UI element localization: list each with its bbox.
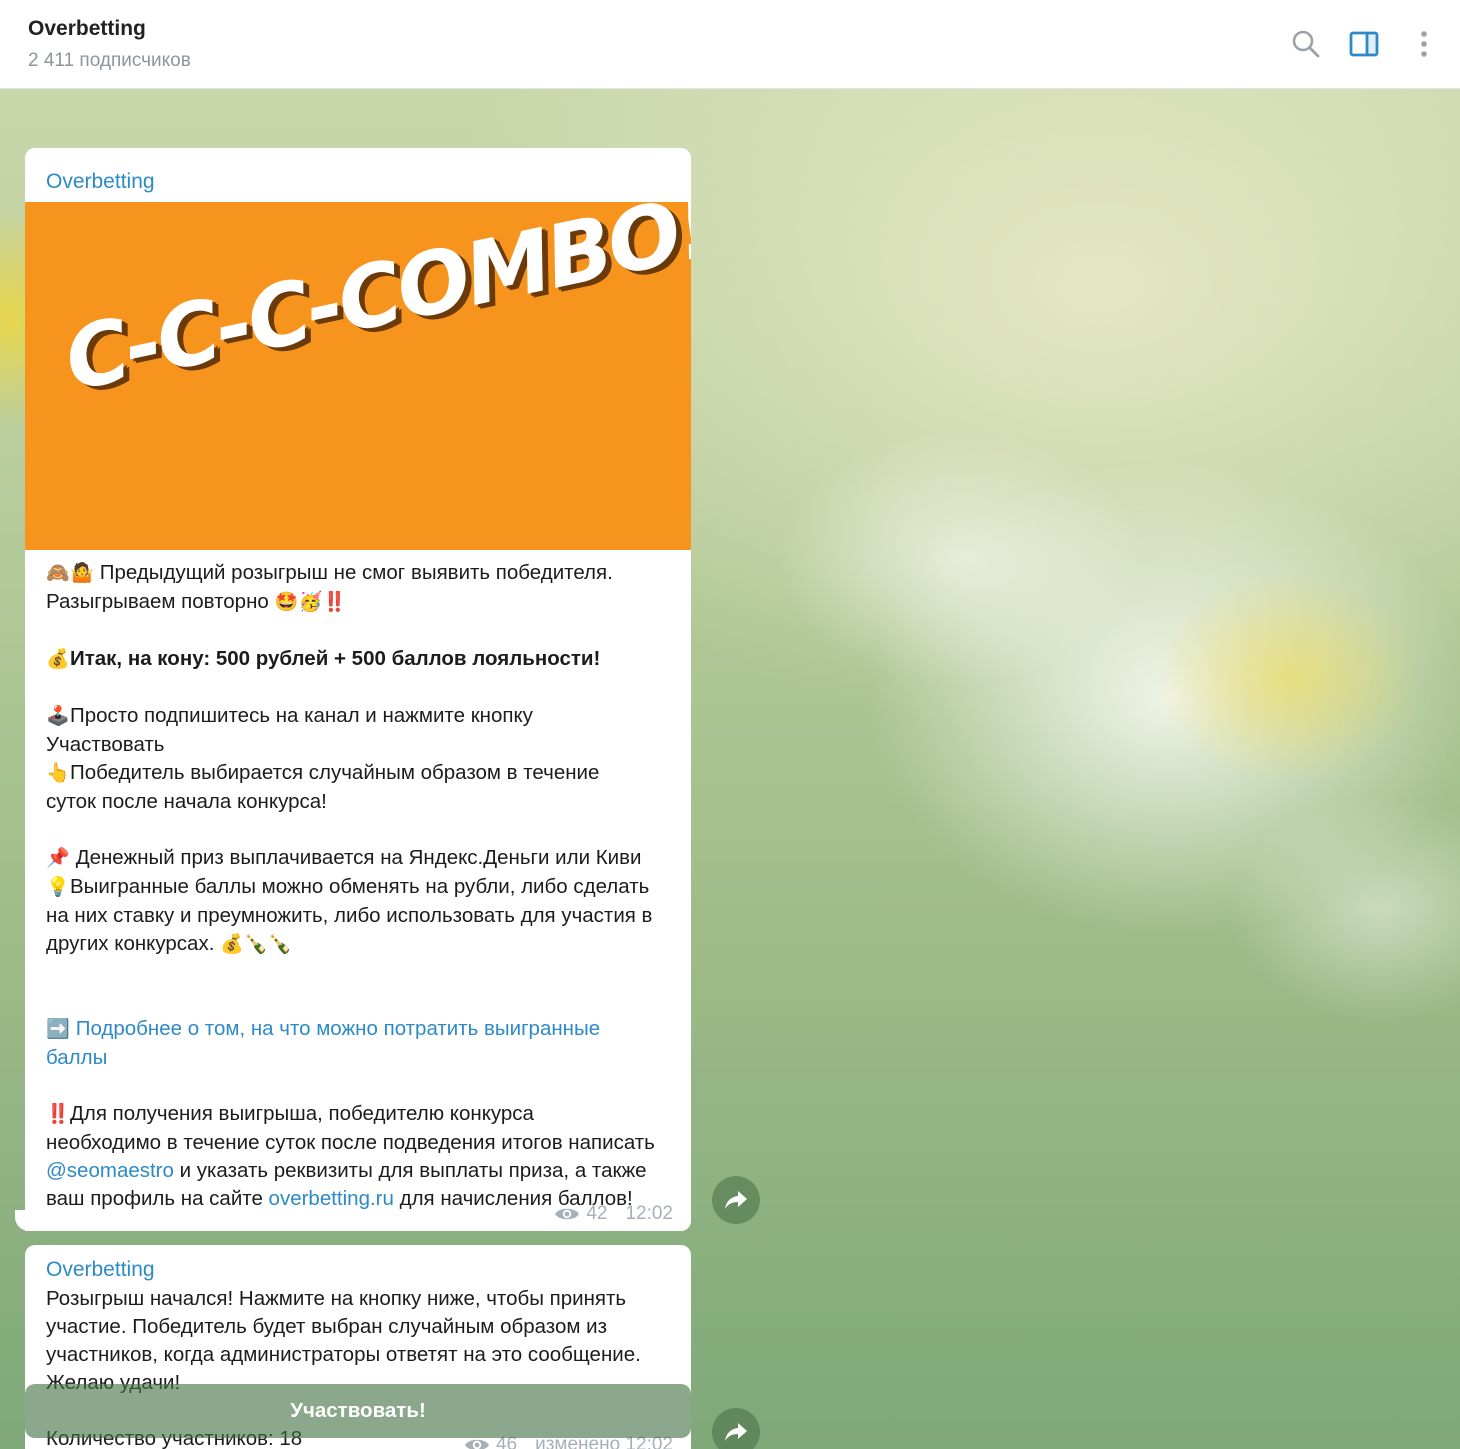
sidebar-toggle-icon[interactable] [1348, 28, 1380, 60]
post-sender[interactable]: Overbetting [46, 1258, 155, 1282]
champagne-emoji-icon: 🍾 [268, 934, 292, 955]
person-shrug-emoji-icon: 🤷 [70, 563, 94, 584]
prize-line: Итак, на кону: 500 рублей + 500 баллов л… [70, 647, 601, 670]
combo-banner-text: C-C-C-COMBO! [56, 202, 691, 411]
post-line: Участвовать [46, 733, 165, 756]
monkey-emoji-icon: 🙈 [46, 563, 70, 584]
post-line: ваш профиль на сайте [46, 1187, 269, 1210]
post-line: Просто подпишитесь на канал и нажмите кн… [70, 704, 533, 727]
post-line: Разыгрываем повторно [46, 590, 269, 613]
share-arrow-icon [725, 1423, 747, 1441]
double-exclamation-icon: ‼️ [322, 592, 347, 613]
post-image[interactable]: C-C-C-COMBO! [25, 202, 691, 550]
joystick-emoji-icon: 🕹️ [46, 706, 70, 727]
pushpin-emoji-icon: 📌 [46, 848, 70, 869]
site-link[interactable]: overbetting.ru [269, 1187, 394, 1210]
share-button[interactable] [712, 1176, 760, 1224]
view-count: 42 [586, 1203, 608, 1224]
eye-icon [554, 1205, 580, 1223]
post-sender[interactable]: Overbetting [46, 170, 155, 194]
party-emoji-icon: 🥳 [298, 592, 323, 613]
channel-post: Overbetting C-C-C-COMBO! 🙈🤷 Предыдущий р… [25, 148, 691, 1231]
mention-link[interactable]: @seomaestro [46, 1159, 174, 1182]
more-vertical-icon[interactable] [1408, 28, 1440, 60]
search-icon[interactable] [1290, 28, 1322, 60]
light-bulb-emoji-icon: 💡 [46, 877, 70, 898]
post-line: Выигранные баллы можно обменять на рубли… [70, 875, 650, 898]
post-line: других конкурсах. [46, 932, 215, 955]
post-line: участников, когда администраторы ответят… [46, 1343, 641, 1366]
post-line: Победитель выбирается случайным образом … [70, 761, 600, 784]
subscriber-count: 2 411 подписчиков [28, 50, 191, 71]
post-line: суток после начала конкурса! [46, 790, 327, 813]
post-line: Денежный приз выплачивается на Яндекс.Де… [75, 846, 642, 869]
money-bag-emoji-icon: 💰 [220, 934, 244, 955]
post-line: необходимо в течение суток после подведе… [46, 1131, 655, 1154]
points-info-link[interactable]: Подробнее о том, на что можно потратить … [76, 1017, 600, 1040]
post-line: Розыгрыш начался! Нажмите на кнопку ниже… [46, 1287, 627, 1310]
arrow-right-emoji-icon: ➡️ [46, 1019, 70, 1040]
double-exclamation-icon: ‼️ [46, 1104, 70, 1125]
money-bag-emoji-icon: 💰 [46, 649, 70, 670]
star-eyes-emoji-icon: 🤩 [274, 592, 299, 613]
share-arrow-icon [725, 1191, 747, 1209]
channel-title[interactable]: Overbetting [28, 17, 146, 41]
post-line: Предыдущий розыгрыш не смог выявить побе… [99, 561, 613, 584]
participate-button[interactable]: Участвовать! [25, 1384, 691, 1438]
post-line: Для получения выигрыша, победителю конку… [70, 1102, 534, 1125]
chat-header: Overbetting 2 411 подписчиков [0, 0, 1460, 89]
share-button[interactable] [712, 1408, 760, 1449]
post-time: 12:02 [625, 1203, 673, 1224]
point-up-emoji-icon: 👆 [46, 763, 70, 784]
chat-background: Overbetting C-C-C-COMBO! 🙈🤷 Предыдущий р… [0, 88, 1460, 1449]
post-meta: 42 12:02 [554, 1203, 673, 1225]
points-info-link[interactable]: баллы [46, 1046, 107, 1069]
post-line: и указать реквизиты для выплаты приза, а… [173, 1159, 647, 1182]
post-line: на них ставку и преумножить, либо исполь… [46, 904, 653, 927]
champagne-emoji-icon: 🍾 [244, 934, 268, 955]
post-line: участие. Победитель будет выбран случайн… [46, 1315, 608, 1338]
post-text: 🙈🤷 Предыдущий розыгрыш не смог выявить п… [46, 559, 676, 1213]
